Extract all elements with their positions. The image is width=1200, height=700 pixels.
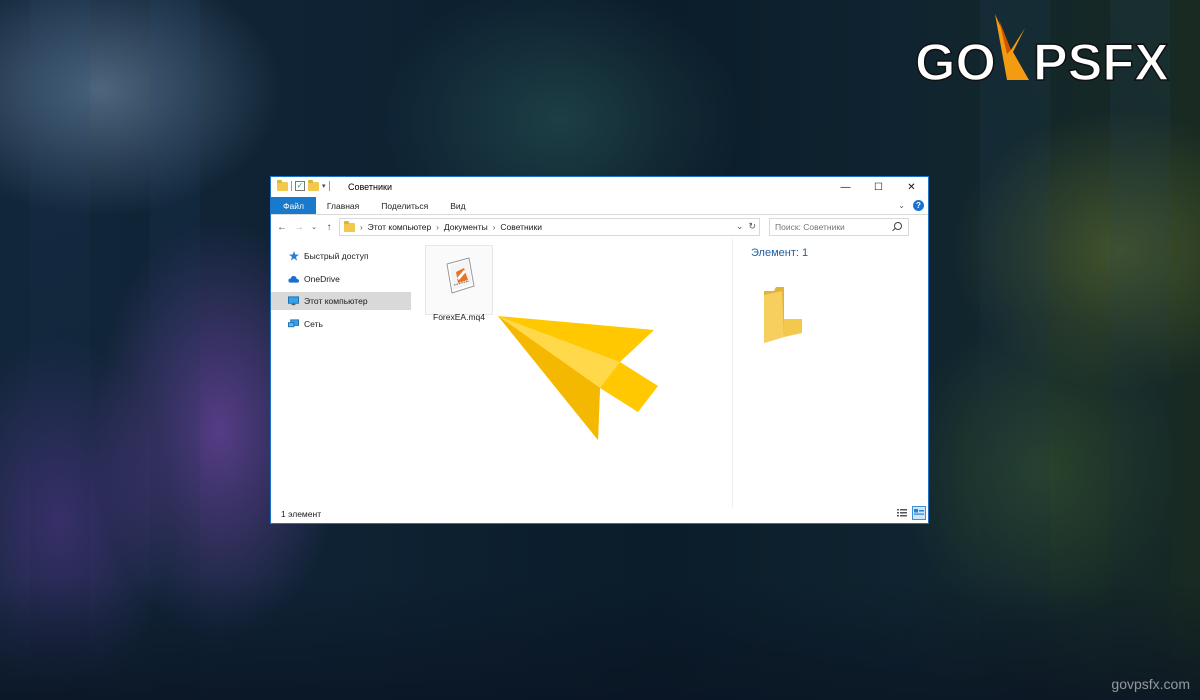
tab-file[interactable]: Файл (271, 197, 316, 214)
file-name[interactable]: ForexEA.mq4 (411, 312, 507, 322)
sidebar-item-onedrive[interactable]: OneDrive (271, 270, 411, 288)
breadcrumb-separator: › (436, 222, 439, 232)
sidebar-item-label: Быстрый доступ (304, 251, 369, 261)
close-button[interactable]: ✕ (895, 177, 928, 197)
navigation-pane: Быстрый доступ OneDrive Этот компьютер С… (271, 247, 411, 337)
address-bar-actions: ⌄ ↻ (736, 221, 756, 232)
divider (328, 181, 330, 191)
breadcrumb-separator: › (360, 222, 363, 232)
up-button[interactable]: ↑ (322, 222, 336, 233)
search-icon[interactable] (894, 222, 902, 230)
preview-pane: Элемент: 1 (734, 239, 929, 507)
network-icon (288, 318, 299, 329)
watermark-text: govpsfx.com (1111, 676, 1190, 692)
sidebar-item-label: Этот компьютер (304, 296, 368, 306)
sidebar-item-network[interactable]: Сеть (271, 315, 411, 333)
folder-icon (344, 220, 355, 232)
govpsfx-logo: GO PSFX (914, 14, 1187, 94)
title-bar: ✓ ▾ Советники — ☐ ✕ (271, 177, 928, 197)
window-title: Советники (348, 182, 392, 192)
mq4-file-icon (446, 257, 475, 294)
tab-view[interactable]: Вид (439, 197, 476, 214)
file-item[interactable] (425, 245, 493, 315)
help-icon[interactable]: ? (913, 200, 924, 211)
properties-icon[interactable]: ✓ (295, 181, 305, 191)
ribbon-right-controls: ⌄ ? (898, 200, 924, 211)
pointer-arrow-icon (498, 316, 658, 440)
sidebar-item-label: OneDrive (304, 273, 340, 284)
customize-toolbar-icon[interactable]: ▾ (322, 182, 326, 190)
forward-button[interactable]: → (292, 222, 306, 233)
maximize-button[interactable]: ☐ (862, 177, 895, 197)
minimize-button[interactable]: — (829, 177, 862, 197)
star-icon (288, 251, 299, 261)
quick-access-toolbar: ✓ ▾ (277, 179, 330, 191)
folder-icon (277, 179, 288, 191)
new-folder-icon[interactable] (308, 179, 319, 191)
status-text: 1 элемент (281, 509, 322, 519)
logo-text-go: GO (915, 34, 996, 92)
sidebar-item-this-pc[interactable]: Этот компьютер (271, 292, 411, 310)
computer-icon (288, 296, 299, 306)
details-view-icon[interactable] (895, 506, 909, 520)
logo-text-psfx: PSFX (1033, 34, 1169, 92)
large-icons-view-icon[interactable] (912, 506, 926, 520)
expand-ribbon-icon[interactable]: ⌄ (898, 201, 905, 210)
refresh-icon[interactable]: ↻ (748, 221, 756, 232)
ribbon-tabs: Файл Главная Поделиться Вид ⌄ ? (271, 197, 928, 215)
breadcrumb-separator: › (492, 222, 496, 232)
cloud-icon (288, 274, 299, 284)
window-controls: — ☐ ✕ (829, 177, 928, 197)
address-bar[interactable]: › Этот компьютер › Документы › Советники… (339, 218, 760, 236)
search-box[interactable] (769, 218, 909, 236)
breadcrumb-documents[interactable]: Документы (444, 222, 488, 232)
recent-locations-button[interactable]: ⌄ (309, 223, 319, 231)
preview-item-count: Элемент: 1 (751, 247, 809, 259)
search-input[interactable] (775, 222, 885, 232)
address-dropdown-icon[interactable]: ⌄ (736, 221, 744, 232)
divider (291, 181, 292, 191)
tab-share[interactable]: Поделиться (370, 197, 439, 214)
navigation-bar: ← → ⌄ ↑ › Этот компьютер › Документы › С… (271, 215, 928, 239)
sidebar-item-quick-access[interactable]: Быстрый доступ (271, 247, 411, 265)
background-floor (0, 580, 1200, 700)
sidebar-item-label: Сеть (304, 318, 323, 329)
breadcrumb-advisors[interactable]: Советники (500, 222, 542, 232)
breadcrumb-this-pc[interactable]: Этот компьютер (368, 222, 432, 232)
folder-icon (764, 287, 802, 343)
status-bar: 1 элемент (271, 505, 928, 523)
back-button[interactable]: ← (275, 222, 289, 233)
tab-home[interactable]: Главная (316, 197, 370, 214)
view-switcher (895, 506, 926, 520)
